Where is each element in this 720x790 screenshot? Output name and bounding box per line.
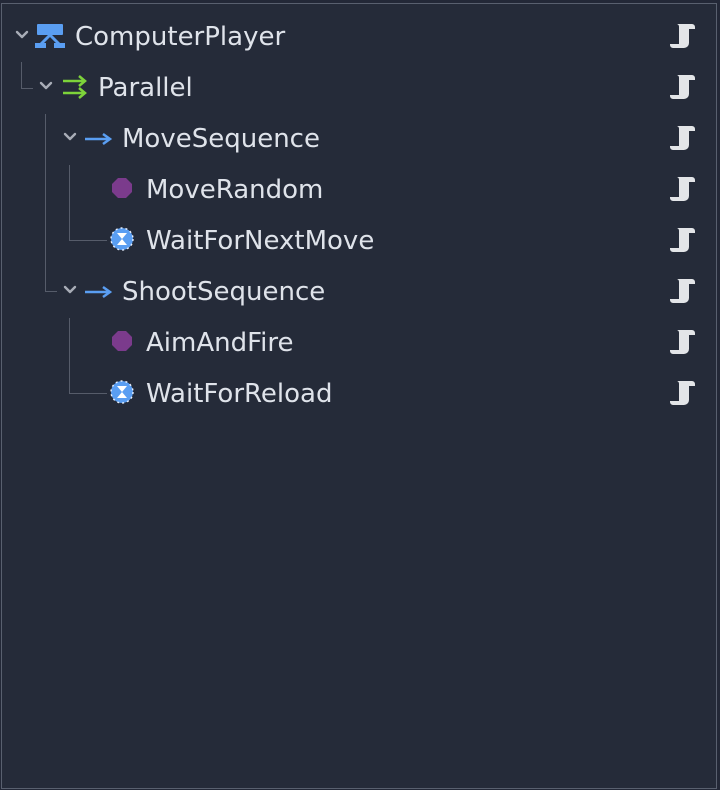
script-icon[interactable] <box>670 327 698 357</box>
script-icon[interactable] <box>670 225 698 255</box>
chevron-down-icon[interactable] <box>14 27 30 43</box>
script-icon[interactable] <box>670 174 698 204</box>
behavior-tree-icon <box>35 24 65 48</box>
tree-item-computerplayer[interactable]: ComputerPlayer <box>0 13 720 64</box>
chevron-down-icon[interactable] <box>62 282 78 298</box>
script-icon[interactable] <box>670 123 698 153</box>
parallel-icon <box>63 75 87 99</box>
tree-item-label: MoveRandom <box>146 175 324 205</box>
tree-item-label: AimAndFire <box>146 328 294 358</box>
action-octagon-icon <box>112 331 132 351</box>
scene-tree: ComputerPlayer Parallel MoveSequence Mov… <box>0 0 720 790</box>
tree-item-label: WaitForNextMove <box>146 226 375 256</box>
script-icon[interactable] <box>670 21 698 51</box>
sequence-arrow-icon <box>85 285 113 299</box>
tree-item-movesequence[interactable]: MoveSequence <box>0 115 720 166</box>
tree-item-waitfornextmove[interactable]: WaitForNextMove <box>0 217 720 268</box>
tree-item-aimandfire[interactable]: AimAndFire <box>0 319 720 370</box>
tree-item-label: Parallel <box>98 73 193 103</box>
script-icon[interactable] <box>670 378 698 408</box>
wait-hourglass-icon <box>110 227 134 251</box>
wait-hourglass-icon <box>110 380 134 404</box>
chevron-down-icon[interactable] <box>38 78 54 94</box>
action-octagon-icon <box>112 178 132 198</box>
chevron-down-icon[interactable] <box>62 129 78 145</box>
tree-item-moverandom[interactable]: MoveRandom <box>0 166 720 217</box>
tree-item-label: ComputerPlayer <box>75 22 286 52</box>
tree-item-parallel[interactable]: Parallel <box>0 64 720 115</box>
tree-item-label: ShootSequence <box>122 277 326 307</box>
tree-item-shootsequence[interactable]: ShootSequence <box>0 268 720 319</box>
tree-item-waitforreload[interactable]: WaitForReload <box>0 370 720 421</box>
tree-item-label: MoveSequence <box>122 124 320 154</box>
script-icon[interactable] <box>670 72 698 102</box>
sequence-arrow-icon <box>85 132 113 146</box>
tree-item-label: WaitForReload <box>146 379 333 409</box>
script-icon[interactable] <box>670 276 698 306</box>
